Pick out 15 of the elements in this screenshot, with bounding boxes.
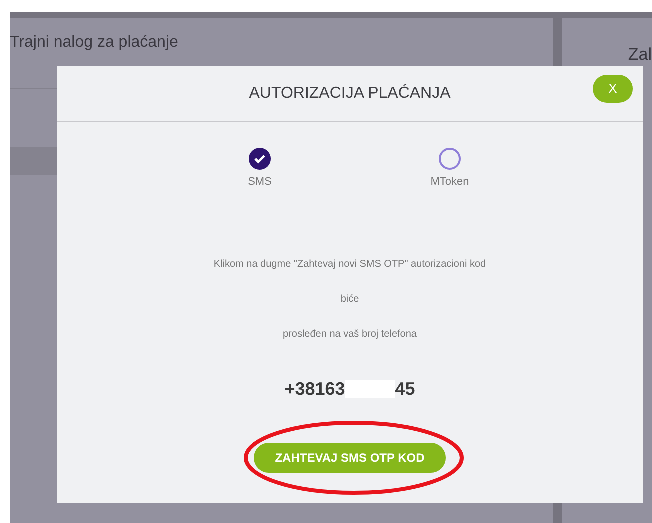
radio-icon[interactable] (439, 148, 461, 170)
request-code-button[interactable]: ZAHTEVAJ SMS OTP KOD (254, 442, 446, 472)
message-text: prosleđen na vaš broj telefona (283, 328, 417, 342)
table-header-bar (10, 147, 60, 175)
card-title: Zal (628, 44, 652, 66)
method-label: SMS (248, 175, 272, 190)
card-title: Trajni nalog za plaćanje (10, 33, 178, 53)
dialog-title: AUTORIZACIJA PLAĆANJA (249, 83, 451, 104)
close-button[interactable]: X (593, 75, 633, 103)
message-text: Klikom na dugme "Zahtevaj novi SMS OTP" autorizacioni kod (214, 258, 486, 272)
checked-radio-icon[interactable] (249, 148, 271, 170)
phone-number: +38163 (284, 378, 346, 400)
method-label: MToken (430, 175, 470, 190)
phone-number: 45 (395, 378, 416, 400)
message-text: biće (340, 292, 360, 306)
